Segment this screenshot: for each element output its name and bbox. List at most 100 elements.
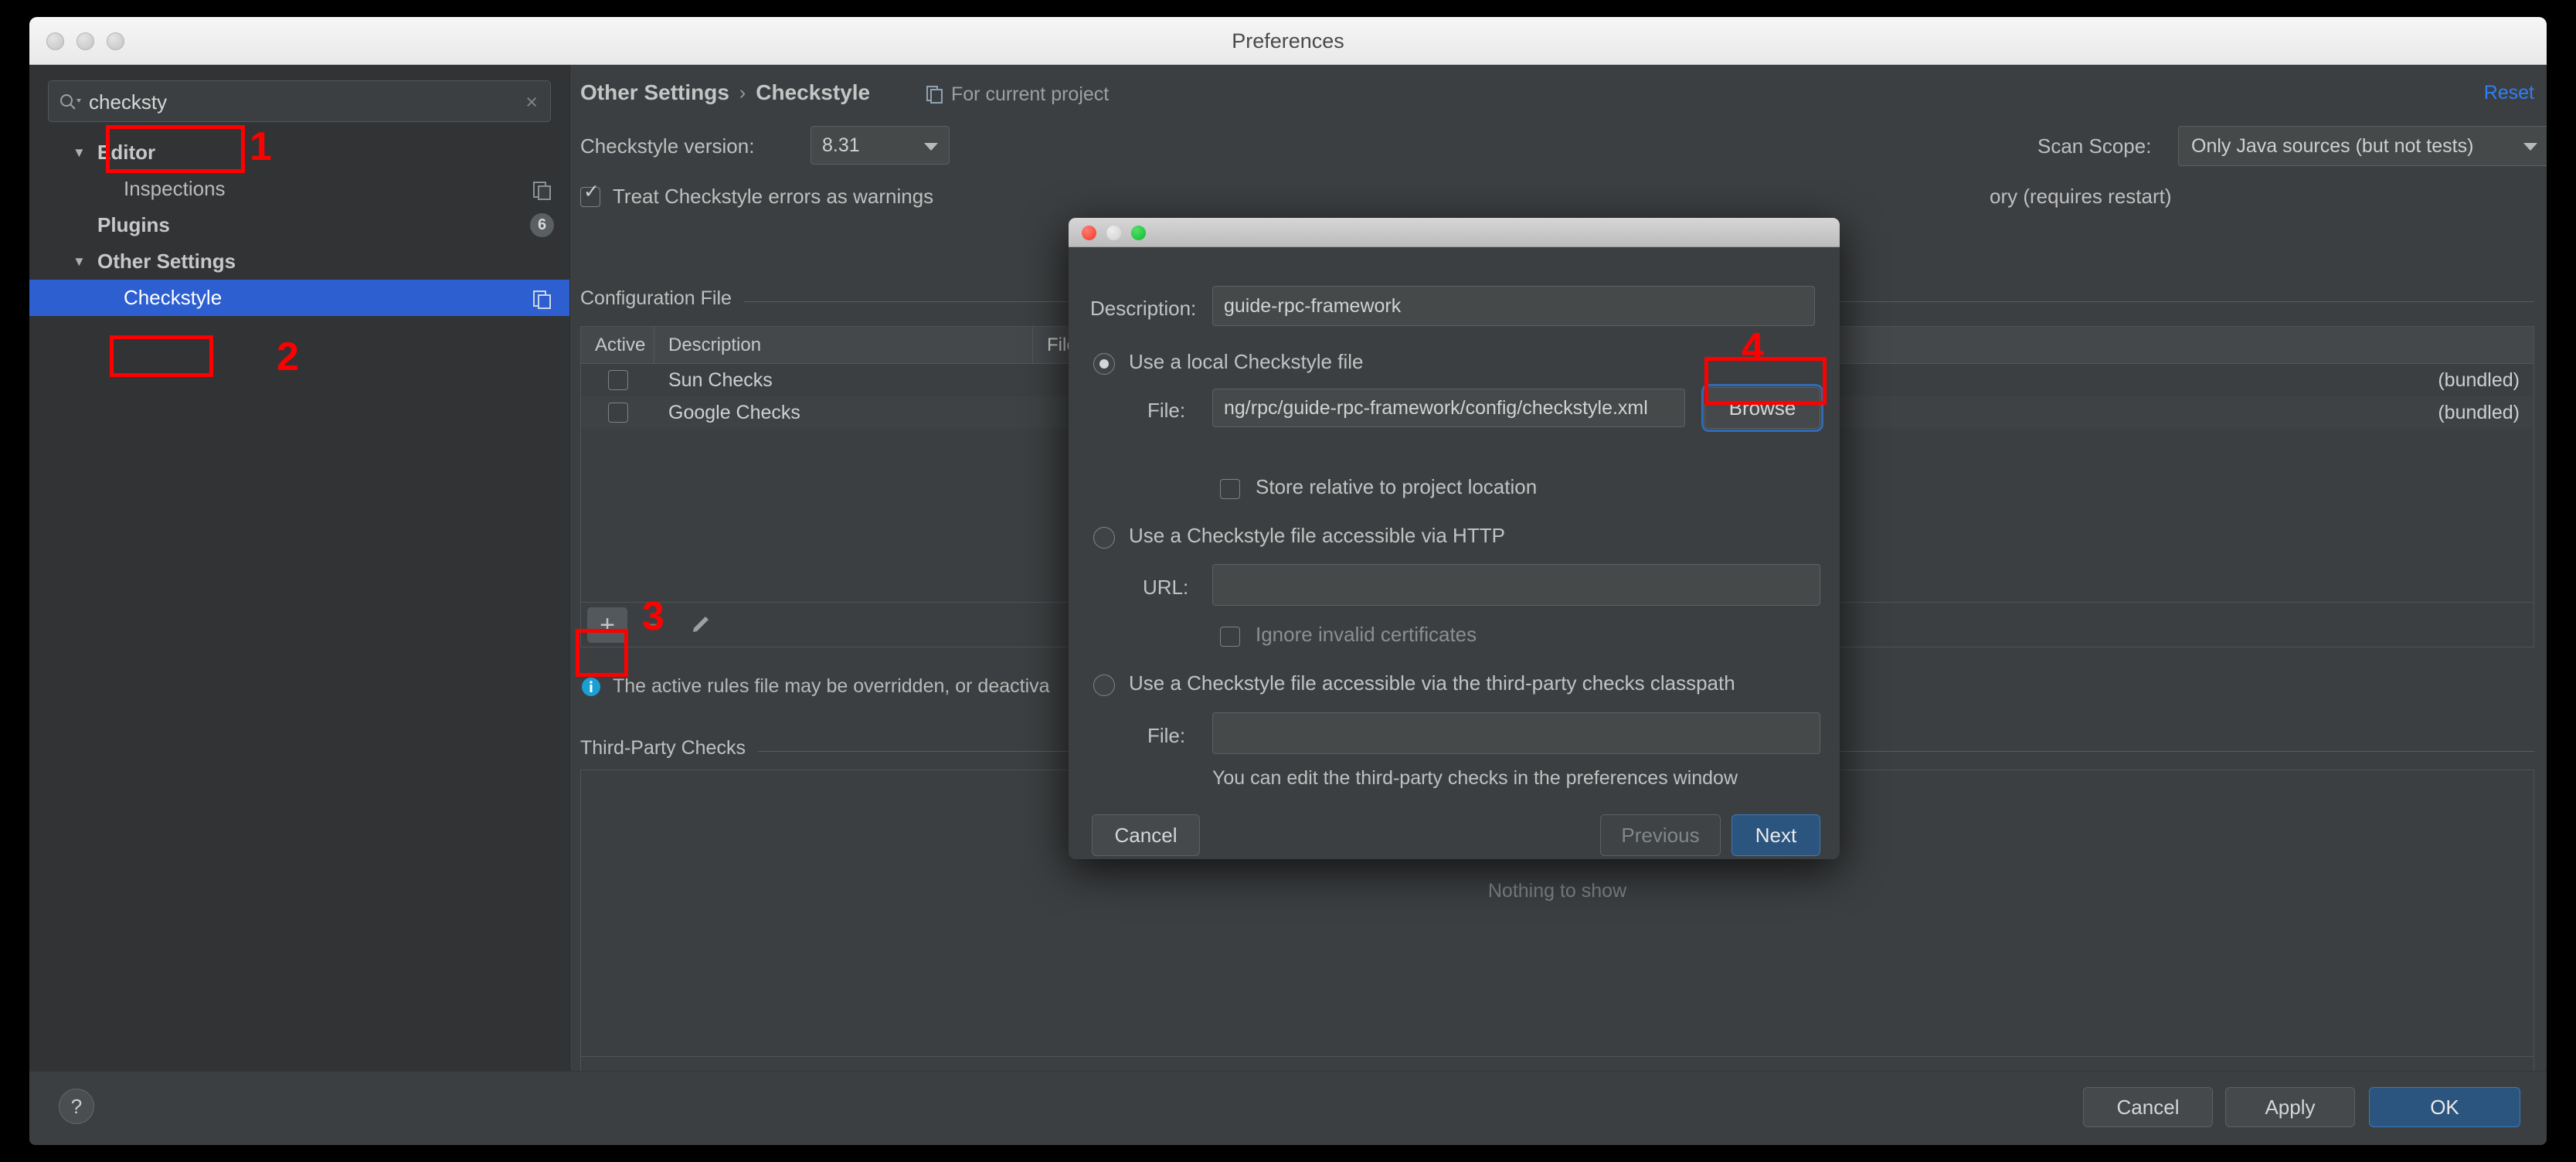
sidebar-item-label: Plugins bbox=[97, 213, 170, 236]
breadcrumb: Other Settings › Checkstyle bbox=[580, 80, 870, 105]
dialog-footer: ? Cancel Apply OK bbox=[29, 1071, 2547, 1145]
row-description-cell: Sun Checks bbox=[668, 369, 773, 391]
search-row: checksty × bbox=[48, 80, 551, 122]
third-party-section-label: Third-Party Checks bbox=[580, 737, 758, 759]
sidebar-item-label: Editor bbox=[97, 141, 156, 164]
plus-icon: + bbox=[600, 610, 615, 640]
help-button[interactable]: ? bbox=[59, 1089, 94, 1124]
close-button[interactable] bbox=[46, 32, 64, 50]
search-input[interactable]: checksty × bbox=[48, 80, 551, 122]
checkstyle-version-select[interactable]: 8.31 bbox=[811, 126, 950, 165]
cancel-button[interactable]: Cancel bbox=[2083, 1087, 2213, 1127]
window-title: Preferences bbox=[1232, 29, 1344, 53]
dialog-next-button[interactable]: Next bbox=[1731, 814, 1820, 856]
dialog-minimize-button[interactable] bbox=[1106, 226, 1121, 240]
zoom-button[interactable] bbox=[107, 32, 124, 50]
scan-scope-value: Only Java sources (but not tests) bbox=[2191, 135, 2474, 157]
pencil-icon bbox=[693, 616, 709, 632]
dialog-titlebar bbox=[1069, 218, 1840, 247]
column-header-active[interactable]: Active bbox=[581, 327, 654, 363]
local-file-label: File: bbox=[1147, 399, 1186, 422]
sidebar-item-label: Other Settings bbox=[97, 250, 236, 273]
radio-use-local-file[interactable] bbox=[1093, 353, 1115, 375]
breadcrumb-parent[interactable]: Other Settings bbox=[580, 80, 729, 105]
row-active-checkbox[interactable] bbox=[607, 403, 628, 423]
sidebar-item-inspections[interactable]: Inspections bbox=[29, 171, 569, 207]
copy-settings-icon[interactable] bbox=[532, 290, 552, 310]
sidebar-item-label: Inspections bbox=[124, 177, 226, 200]
url-input[interactable] bbox=[1212, 564, 1820, 606]
treat-errors-checkbox[interactable] bbox=[580, 182, 600, 207]
breadcrumb-current: Checkstyle bbox=[756, 80, 871, 104]
checkstyle-version-label: Checkstyle version: bbox=[580, 134, 755, 158]
classpath-file-label: File: bbox=[1147, 724, 1186, 747]
row-active-cell bbox=[581, 370, 654, 390]
for-current-project: For current project bbox=[926, 83, 1109, 106]
breadcrumb-separator-icon: › bbox=[739, 81, 746, 104]
radio-use-local-file-label[interactable]: Use a local Checkstyle file bbox=[1129, 350, 1363, 374]
radio-use-http-file[interactable] bbox=[1093, 527, 1115, 549]
sidebar-item-label: Checkstyle bbox=[124, 286, 223, 309]
sidebar-item-checkstyle[interactable]: Checkstyle bbox=[29, 280, 569, 316]
store-relative-label[interactable]: Store relative to project location bbox=[1256, 475, 1537, 499]
apply-button[interactable]: Apply bbox=[2225, 1087, 2355, 1127]
requires-restart-label: ory (requires restart) bbox=[1990, 185, 2172, 208]
ignore-invalid-certificates-label: Ignore invalid certificates bbox=[1256, 623, 1477, 646]
column-header-description[interactable]: Description bbox=[654, 327, 1033, 363]
chevron-down-icon bbox=[924, 143, 938, 151]
sidebar-nav: ▼ Editor Inspections Plugins 6 ▼ Other S… bbox=[29, 134, 569, 316]
active-rules-info: The active rules file may be overridden,… bbox=[580, 675, 1050, 698]
add-checkstyle-configuration-dialog: Description: guide-rpc-framework Use a l… bbox=[1069, 218, 1840, 859]
local-file-value: ng/rpc/guide-rpc-framework/config/checks… bbox=[1224, 396, 1648, 419]
dialog-zoom-button[interactable] bbox=[1131, 226, 1146, 240]
for-current-project-label: For current project bbox=[951, 83, 1110, 105]
row-description-cell: Google Checks bbox=[668, 401, 800, 423]
sidebar-item-other-settings[interactable]: ▼ Other Settings bbox=[29, 243, 569, 280]
row-active-checkbox[interactable] bbox=[607, 370, 628, 390]
active-rules-info-text: The active rules file may be overridden,… bbox=[613, 675, 1050, 697]
radio-use-classpath-file-label[interactable]: Use a Checkstyle file accessible via the… bbox=[1129, 671, 1735, 695]
add-configuration-button[interactable]: + bbox=[587, 606, 627, 643]
ok-button[interactable]: OK bbox=[2369, 1087, 2520, 1127]
plugins-update-badge: 6 bbox=[530, 213, 554, 237]
chevron-down-icon[interactable]: ▼ bbox=[73, 146, 93, 159]
browse-button[interactable]: Browse bbox=[1701, 384, 1823, 432]
description-label: Description: bbox=[1090, 297, 1197, 320]
radio-use-classpath-file[interactable] bbox=[1093, 674, 1115, 696]
minimize-button[interactable] bbox=[76, 32, 94, 50]
third-party-hint: You can edit the third-party checks in t… bbox=[1212, 767, 1738, 789]
edit-configuration-button[interactable] bbox=[680, 607, 720, 643]
copy-settings-icon[interactable] bbox=[532, 181, 552, 201]
checkstyle-version-value: 8.31 bbox=[822, 134, 860, 156]
description-value: guide-rpc-framework bbox=[1224, 294, 1402, 317]
window-traffic-lights bbox=[46, 32, 124, 50]
treat-errors-label: Treat Checkstyle errors as warnings bbox=[613, 185, 934, 208]
search-icon bbox=[60, 94, 81, 110]
description-field[interactable]: guide-rpc-framework bbox=[1212, 286, 1815, 326]
search-input-value: checksty bbox=[89, 90, 168, 114]
remove-configuration-button[interactable]: − bbox=[634, 607, 674, 643]
reset-link[interactable]: Reset bbox=[2484, 82, 2534, 104]
sidebar-item-editor[interactable]: ▼ Editor bbox=[29, 134, 569, 171]
url-label: URL: bbox=[1143, 576, 1189, 599]
window-titlebar: Preferences bbox=[29, 17, 2547, 65]
dialog-previous-button: Previous bbox=[1600, 814, 1721, 856]
row-active-cell bbox=[581, 403, 654, 423]
classpath-file-input[interactable] bbox=[1212, 712, 1820, 754]
radio-use-http-file-label[interactable]: Use a Checkstyle file accessible via HTT… bbox=[1129, 524, 1505, 548]
info-icon bbox=[582, 677, 600, 696]
ignore-invalid-certificates-checkbox bbox=[1220, 627, 1240, 647]
sidebar: checksty × ▼ Editor Inspections Plugins … bbox=[29, 65, 570, 1071]
clear-x-icon[interactable]: × bbox=[525, 91, 538, 113]
local-file-input[interactable]: ng/rpc/guide-rpc-framework/config/checks… bbox=[1212, 389, 1685, 427]
sidebar-item-plugins[interactable]: Plugins 6 bbox=[29, 207, 569, 243]
chevron-down-icon[interactable]: ▼ bbox=[73, 255, 93, 268]
dialog-cancel-button[interactable]: Cancel bbox=[1092, 814, 1200, 856]
dialog-close-button[interactable] bbox=[1082, 226, 1096, 240]
breadcrumb-row: Other Settings › Checkstyle For current … bbox=[571, 65, 2547, 122]
store-relative-checkbox[interactable] bbox=[1220, 479, 1240, 499]
project-scope-icon bbox=[926, 85, 943, 104]
version-row: Checkstyle version: 8.31 Scan Scope: Onl… bbox=[571, 122, 2547, 178]
dialog-traffic-lights bbox=[1082, 226, 1146, 240]
scan-scope-select[interactable]: Only Java sources (but not tests) bbox=[2178, 126, 2547, 166]
